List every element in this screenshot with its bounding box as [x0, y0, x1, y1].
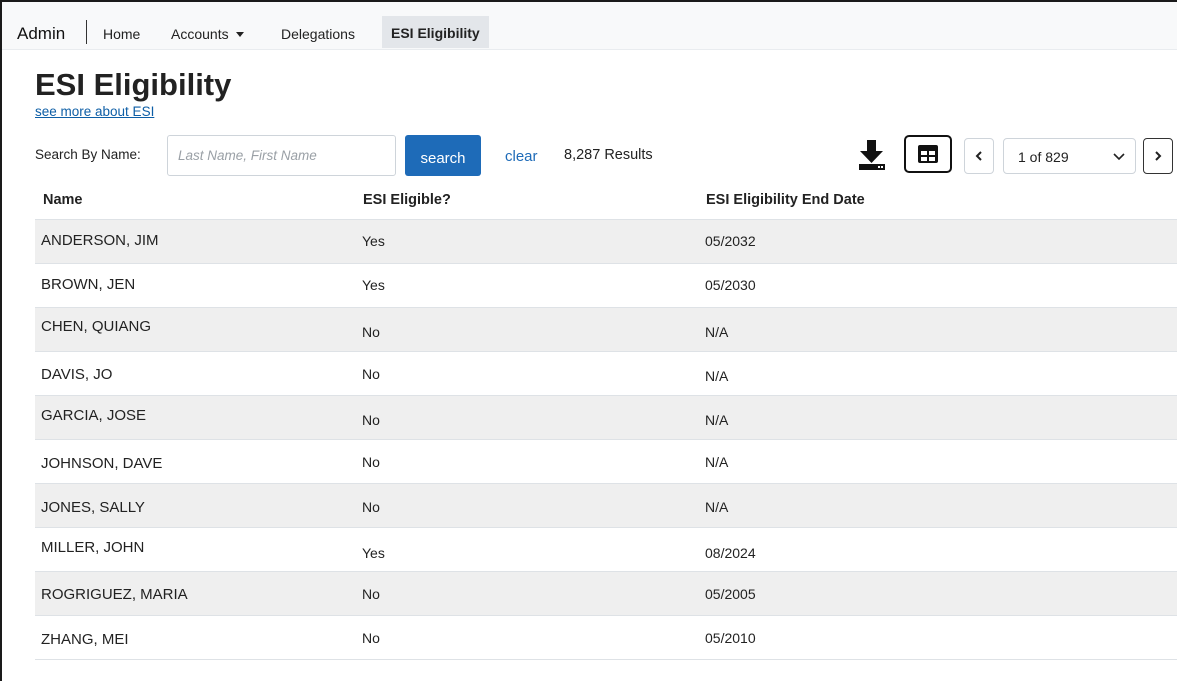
- cell-eligible: No: [362, 366, 380, 382]
- page-select-value: 1 of 829: [1018, 149, 1069, 165]
- table-row: ZHANG, MEI No 05/2010: [35, 616, 1177, 660]
- column-header-name: Name: [43, 192, 83, 208]
- cell-end-date: 05/2010: [705, 630, 756, 646]
- page-title: ESI Eligibility: [35, 67, 232, 102]
- cell-eligible: No: [362, 586, 380, 602]
- table-row: JONES, SALLY No N/A: [35, 484, 1177, 528]
- table-row: ANDERSON, JIM Yes 05/2032: [35, 220, 1177, 264]
- cell-end-date: 05/2005: [705, 586, 756, 602]
- cell-name: BROWN, JEN: [41, 276, 136, 293]
- table-row: ROGRIGUEZ, MARIA No 05/2005: [35, 572, 1177, 616]
- search-label: Search By Name:: [35, 147, 141, 162]
- cell-name: ZHANG, MEI: [41, 631, 129, 648]
- cell-name: JONES, SALLY: [41, 499, 145, 516]
- cell-end-date: 05/2030: [705, 277, 756, 293]
- results-count: 8,287 Results: [564, 147, 653, 163]
- cell-name: DAVIS, JO: [41, 366, 113, 383]
- cell-end-date: N/A: [705, 324, 729, 340]
- table-row: GARCIA, JOSE No N/A: [35, 396, 1177, 440]
- caret-down-icon: [235, 32, 244, 37]
- top-nav: Admin Home Accounts Delegations ESI Elig…: [2, 2, 1177, 50]
- chevron-left-icon: [975, 151, 982, 161]
- previous-page-button[interactable]: [964, 138, 994, 174]
- download-icon[interactable]: [856, 138, 888, 172]
- table-row: DAVIS, JO No N/A: [35, 352, 1177, 396]
- table-row: CHEN, QUIANG No N/A: [35, 308, 1177, 352]
- table-row: JOHNSON, DAVE No N/A: [35, 440, 1177, 484]
- brand-divider: [86, 20, 87, 44]
- cell-eligible: Yes: [362, 277, 385, 293]
- cell-end-date: 08/2024: [705, 545, 756, 561]
- cell-name: CHEN, QUIANG: [41, 318, 152, 335]
- column-header-end-date: ESI Eligibility End Date: [706, 192, 865, 208]
- see-more-link[interactable]: see more about ESI: [35, 104, 154, 119]
- cell-name: MILLER, JOHN: [41, 539, 145, 556]
- cell-end-date: N/A: [705, 454, 729, 470]
- cell-end-date: N/A: [705, 412, 729, 428]
- chevron-right-icon: [1155, 151, 1162, 161]
- search-button[interactable]: search: [405, 135, 481, 176]
- brand-label: Admin: [17, 24, 66, 43]
- next-page-button[interactable]: [1143, 138, 1173, 174]
- table-view-button[interactable]: [904, 135, 952, 173]
- cell-eligible: No: [362, 454, 380, 470]
- column-header-eligible: ESI Eligible?: [363, 192, 451, 208]
- cell-name: GARCIA, JOSE: [41, 407, 147, 424]
- table-row: MILLER, JOHN Yes 08/2024: [35, 528, 1177, 572]
- nav-accounts-label: Accounts: [171, 26, 229, 42]
- cell-eligible: No: [362, 630, 380, 646]
- cell-eligible: No: [362, 499, 380, 515]
- cell-eligible: Yes: [362, 233, 385, 249]
- cell-end-date: N/A: [705, 499, 729, 515]
- chevron-down-icon: [1113, 153, 1125, 161]
- nav-accounts-dropdown[interactable]: Accounts: [171, 26, 244, 42]
- table-row: BROWN, JEN Yes 05/2030: [35, 264, 1177, 308]
- cell-eligible: Yes: [362, 545, 385, 561]
- nav-delegations[interactable]: Delegations: [281, 26, 355, 42]
- cell-eligible: No: [362, 324, 380, 340]
- page-select[interactable]: 1 of 829: [1003, 138, 1136, 174]
- clear-link[interactable]: clear: [505, 148, 538, 165]
- nav-home[interactable]: Home: [103, 26, 140, 42]
- cell-name: JOHNSON, DAVE: [41, 455, 163, 472]
- cell-end-date: 05/2032: [705, 233, 756, 249]
- cell-name: ROGRIGUEZ, MARIA: [41, 586, 188, 603]
- table-grid-icon: [918, 145, 938, 163]
- nav-esi-eligibility[interactable]: ESI Eligibility: [382, 16, 489, 48]
- cell-end-date: N/A: [705, 368, 729, 384]
- search-input[interactable]: [167, 135, 396, 176]
- cell-eligible: No: [362, 412, 380, 428]
- cell-name: ANDERSON, JIM: [41, 232, 159, 249]
